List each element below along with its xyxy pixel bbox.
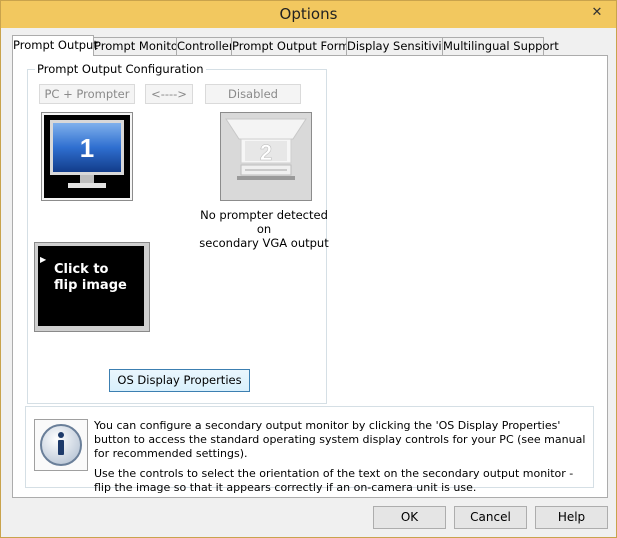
options-window: Options ✕ Prompt Output Prompt Monitor C…	[0, 0, 617, 538]
monitor-1-number: 1	[80, 133, 94, 163]
prompt-output-config-group: Prompt Output Configuration PC + Prompte…	[27, 62, 330, 404]
monitor-2-tile[interactable]: 2	[220, 112, 312, 201]
monitor-1-tile[interactable]: 1	[41, 112, 133, 201]
info-icon-frame	[34, 419, 88, 471]
monitor-1-icon: 1	[44, 115, 130, 198]
title-bar: Options ✕	[1, 1, 616, 28]
monitor-2-number: 2	[260, 140, 272, 165]
play-arrow-icon: ▶	[40, 255, 47, 264]
no-prompter-message: No prompter detected on secondary VGA ou…	[198, 208, 330, 250]
flip-line-2: flip image	[54, 278, 127, 293]
flip-image-button[interactable]: ▶ Click to flip image	[34, 242, 150, 332]
disabled-button[interactable]: Disabled	[205, 84, 301, 104]
ok-button[interactable]: OK	[373, 506, 446, 529]
no-prompter-line-2: secondary VGA output	[199, 236, 329, 250]
tab-prompt-output-format[interactable]: Prompt Output Format	[231, 37, 361, 55]
group-label: Prompt Output Configuration	[35, 62, 206, 76]
tab-multilingual-support[interactable]: Multilingual Support	[442, 37, 559, 55]
prompter-icon: 2	[221, 113, 311, 200]
info-box: You can configure a secondary output mon…	[25, 406, 594, 494]
tab-display-sensitivity[interactable]: Display Sensitivity	[346, 37, 453, 55]
info-paragraph-2: Use the controls to select the orientati…	[94, 467, 574, 494]
cancel-button[interactable]: Cancel	[454, 506, 527, 529]
close-button[interactable]: ✕	[584, 4, 610, 22]
tab-controller[interactable]: Controller	[176, 37, 234, 55]
info-paragraph-1: You can configure a secondary output mon…	[94, 419, 586, 460]
help-button[interactable]: Help	[535, 506, 608, 529]
flip-line-1: Click to	[54, 262, 109, 277]
flip-image-label: Click to flip image	[54, 262, 127, 294]
prompt-output-panel: Prompt Output Configuration PC + Prompte…	[12, 55, 608, 498]
swap-button[interactable]: <---->	[145, 84, 193, 104]
info-icon	[40, 424, 82, 466]
pc-prompter-button[interactable]: PC + Prompter	[39, 84, 135, 104]
flip-image-display: ▶ Click to flip image	[38, 246, 144, 326]
tab-prompt-output[interactable]: Prompt Output	[12, 35, 98, 56]
window-title: Options	[279, 5, 338, 23]
info-text: You can configure a secondary output mon…	[94, 419, 586, 501]
os-display-properties-button[interactable]: OS Display Properties	[109, 369, 250, 392]
no-prompter-line-1: No prompter detected on	[200, 208, 328, 236]
tab-prompt-monitor[interactable]: Prompt Monitor	[93, 37, 183, 55]
